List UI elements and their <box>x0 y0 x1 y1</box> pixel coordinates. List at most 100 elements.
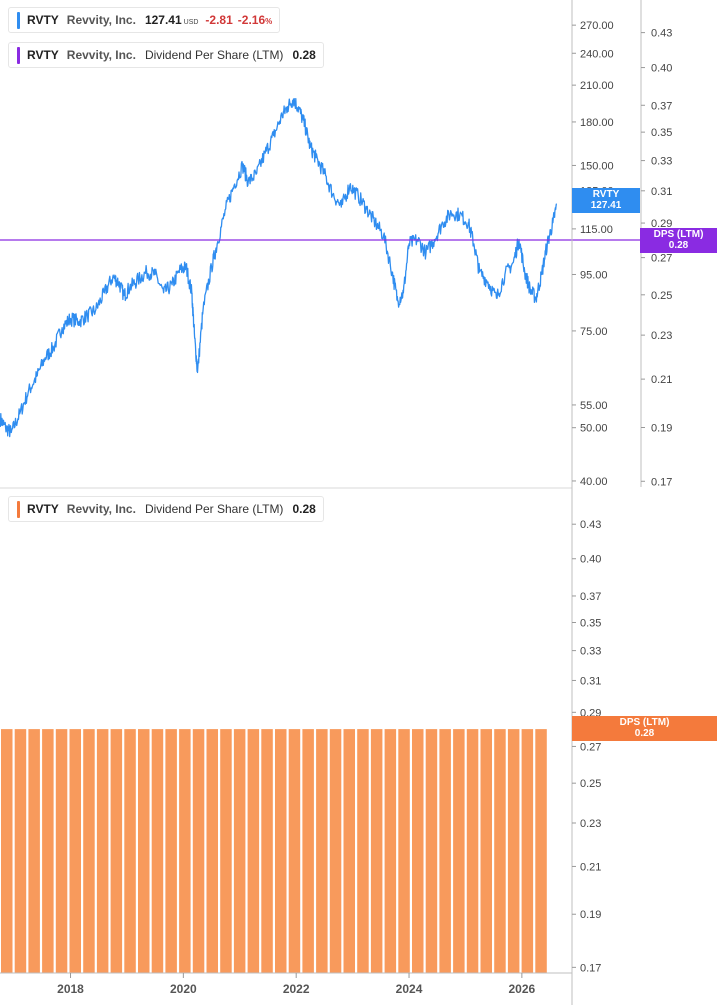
year-tick-label: 2020 <box>170 982 197 996</box>
dps-bar[interactable] <box>398 729 410 973</box>
dps-bar[interactable] <box>521 729 534 973</box>
price-axis-tick-label: 270.00 <box>580 20 614 32</box>
dps-bar[interactable] <box>233 729 246 973</box>
dps-tag-top-label: DPS (LTM) <box>653 229 704 240</box>
dps-bar[interactable] <box>14 729 27 973</box>
dps-tag-top-value: 0.28 <box>668 240 689 251</box>
dps-bar[interactable] <box>425 729 438 973</box>
dps-bar[interactable] <box>165 729 177 973</box>
price-axis-tick-label: 75.00 <box>580 326 608 338</box>
dps-axis-tick-label: 0.17 <box>651 476 672 488</box>
dps-bar[interactable] <box>261 729 273 973</box>
dps-bar[interactable] <box>138 729 150 973</box>
price-tag-ticker: RVTY <box>592 189 620 200</box>
dps-panel-axis-tick-label: 0.27 <box>580 741 601 753</box>
legend-ticker: RVTY <box>27 502 59 516</box>
dps-panel-axis-tick-label: 0.40 <box>580 554 601 566</box>
legend-metric: Dividend Per Share (LTM) <box>144 502 284 516</box>
dps-bar[interactable] <box>494 729 506 973</box>
dps-bar[interactable] <box>124 729 136 973</box>
dps-bar[interactable] <box>439 729 451 973</box>
dps-bar[interactable] <box>69 729 82 973</box>
price-layer <box>0 97 641 438</box>
dps-bar[interactable] <box>275 729 287 973</box>
price-axis-tag: RVTY 127.41 <box>572 188 640 213</box>
dps-axis-tag-top: DPS (LTM) 0.28 <box>640 228 717 253</box>
dps-bar[interactable] <box>507 729 520 973</box>
dps-panel-axis-tick-label: 0.19 <box>580 909 601 921</box>
price-axis-tick-label: 180.00 <box>580 117 614 129</box>
legend-ticker: RVTY <box>27 13 59 27</box>
year-tick-label: 2022 <box>283 982 310 996</box>
legend-company: Revvity, Inc. <box>66 502 136 516</box>
dps-panel-axis-tick-label: 0.33 <box>580 646 601 658</box>
dps-legend-bottom[interactable]: RVTY Revvity, Inc. Dividend Per Share (L… <box>8 496 324 522</box>
dps-axis-tick-label: 0.23 <box>651 330 672 342</box>
legend-company: Revvity, Inc. <box>66 48 136 62</box>
legend-change-pct-value: -2.16 <box>237 13 266 27</box>
dps-bar[interactable] <box>329 729 342 973</box>
legend-change: -2.81 <box>205 13 233 27</box>
year-tick-label: 2018 <box>57 982 84 996</box>
price-line[interactable] <box>0 97 558 438</box>
dps-bar[interactable] <box>110 729 123 973</box>
dps-bar[interactable] <box>343 729 356 973</box>
dps-axis-tick-label: 0.19 <box>651 423 672 435</box>
price-axis-tick-label: 95.00 <box>580 269 608 281</box>
dps-bar[interactable] <box>316 729 328 973</box>
price-axis-tick-label: 115.00 <box>580 224 613 236</box>
year-tick-label: 2026 <box>509 982 536 996</box>
dps-axis-tick-label: 0.21 <box>651 374 672 386</box>
dps-tag-bottom-value: 0.28 <box>634 728 655 739</box>
dps-panel-axis-tick-label: 0.21 <box>580 861 601 873</box>
dps-bar[interactable] <box>302 729 314 973</box>
legend-change-pct: -2.16% <box>238 13 272 27</box>
dps-bar[interactable] <box>179 729 191 973</box>
dps-bar[interactable] <box>28 729 40 973</box>
dps-panel-axis-tick-label: 0.23 <box>580 818 601 830</box>
dps-panel-axis-tick-label: 0.25 <box>580 778 601 790</box>
dps-bar[interactable] <box>453 729 465 973</box>
dps-axis-tick-label: 0.31 <box>651 186 672 198</box>
dps-panel-axis-tick-label: 0.35 <box>580 618 601 630</box>
dps-bar[interactable] <box>96 729 109 973</box>
dps-panel-axis-tick-label: 0.43 <box>580 519 601 531</box>
dps-bar[interactable] <box>535 729 547 973</box>
legend-change-pct-sign: % <box>265 17 273 26</box>
dps-axis-tick-label: 0.40 <box>651 63 672 75</box>
dps-bar[interactable] <box>83 729 95 973</box>
dps-bar[interactable] <box>55 729 68 973</box>
dps-legend-top-swatch <box>17 46 20 64</box>
legend-metric: Dividend Per Share (LTM) <box>144 48 284 62</box>
legend-currency: USD <box>183 18 199 26</box>
dps-legend-top[interactable]: RVTY Revvity, Inc. Dividend Per Share (L… <box>8 42 324 68</box>
dps-bar[interactable] <box>206 729 219 973</box>
dps-axis-tick-label: 0.33 <box>651 156 672 168</box>
dps-bar[interactable] <box>357 729 369 973</box>
dps-bar[interactable] <box>466 729 479 973</box>
dps-bar[interactable] <box>42 729 54 973</box>
dps-axis-tick-label: 0.37 <box>651 100 672 112</box>
dps-bar[interactable] <box>247 729 260 973</box>
dps-bar[interactable] <box>370 729 383 973</box>
price-axis-tick-label: 210.00 <box>580 80 614 92</box>
dps-bar[interactable] <box>384 729 397 973</box>
dps-axis-tick-label: 0.35 <box>651 127 672 139</box>
dps-bar[interactable] <box>1 729 13 973</box>
price-axis-tick-label: 150.00 <box>580 160 614 172</box>
dps-bar[interactable] <box>412 729 424 973</box>
dps-bar[interactable] <box>480 729 493 973</box>
dps-bar[interactable] <box>220 729 232 973</box>
price-axis-tick-label: 55.00 <box>580 400 608 412</box>
year-tick-label: 2024 <box>396 982 423 996</box>
legend-metric-value: 0.28 <box>292 502 316 516</box>
dps-bar[interactable] <box>192 729 205 973</box>
dps-panel-axis-tick-label: 0.17 <box>580 962 601 974</box>
dps-axis-tick-label: 0.27 <box>651 253 672 265</box>
dps-bar[interactable] <box>288 729 301 973</box>
dps-axis-tick-label: 0.25 <box>651 290 672 302</box>
dps-bars-layer <box>1 729 547 973</box>
legend-ticker: RVTY <box>27 48 59 62</box>
dps-bar[interactable] <box>151 729 164 973</box>
price-legend[interactable]: RVTY Revvity, Inc. 127.41 USD -2.81 -2.1… <box>8 7 281 33</box>
